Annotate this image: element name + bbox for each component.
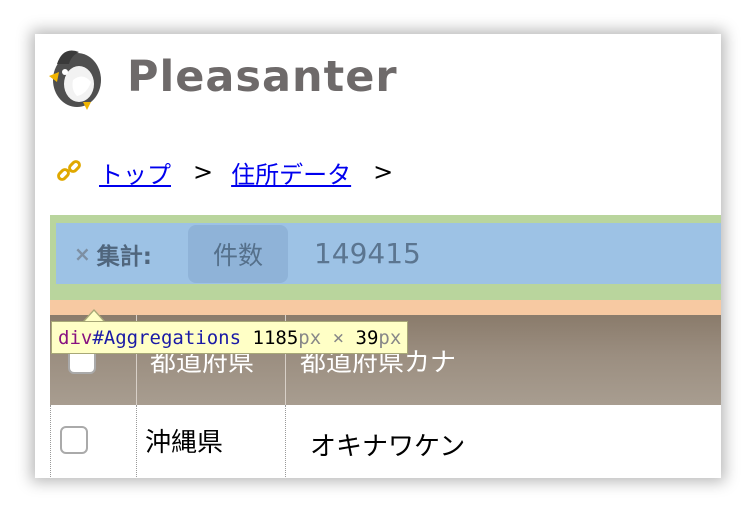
devtools-element-tooltip: div #Aggregations 1185 px × 39 px xyxy=(51,321,409,354)
link-chain-icon xyxy=(57,160,81,181)
brand-name: Pleasanter xyxy=(127,52,398,102)
table-row[interactable]: 沖縄県 オキナワケン xyxy=(50,405,721,478)
aggregation-type-button[interactable]: 件数 xyxy=(187,224,288,283)
row-checkbox[interactable] xyxy=(60,426,88,454)
row-divider xyxy=(285,405,286,478)
aggregations-title: 集計: xyxy=(96,243,152,270)
cell-prefecture: 沖縄県 xyxy=(145,427,224,458)
row-select-cell xyxy=(60,405,88,475)
tooltip-unit: px xyxy=(378,326,402,349)
breadcrumb-link-top[interactable]: トップ xyxy=(99,155,171,190)
aggregations-panel: × 集計: 件数 149415 xyxy=(56,223,721,284)
owl-logo-icon[interactable] xyxy=(43,42,109,114)
tooltip-unit: px xyxy=(298,326,322,349)
row-divider xyxy=(50,405,51,478)
aggregation-value: 149415 xyxy=(313,237,421,270)
tooltip-times: × xyxy=(332,326,345,349)
tooltip-height: 39 xyxy=(355,326,379,349)
breadcrumb-link-address-data[interactable]: 住所データ xyxy=(231,155,351,190)
tooltip-id: #Aggregations xyxy=(92,326,242,349)
tooltip-width: 1185 xyxy=(252,326,299,349)
tooltip-tag: div xyxy=(58,326,93,349)
breadcrumb-separator: > xyxy=(193,158,214,186)
browser-viewport: Pleasanter トップ > 住所データ > × 集計: 件数 149415… xyxy=(35,34,721,478)
cell-prefecture-kana: オキナワケン xyxy=(310,431,466,462)
breadcrumb: トップ > 住所データ > xyxy=(55,154,411,190)
row-divider xyxy=(136,405,137,478)
close-icon[interactable]: × xyxy=(74,242,91,266)
breadcrumb-separator: > xyxy=(373,158,394,186)
